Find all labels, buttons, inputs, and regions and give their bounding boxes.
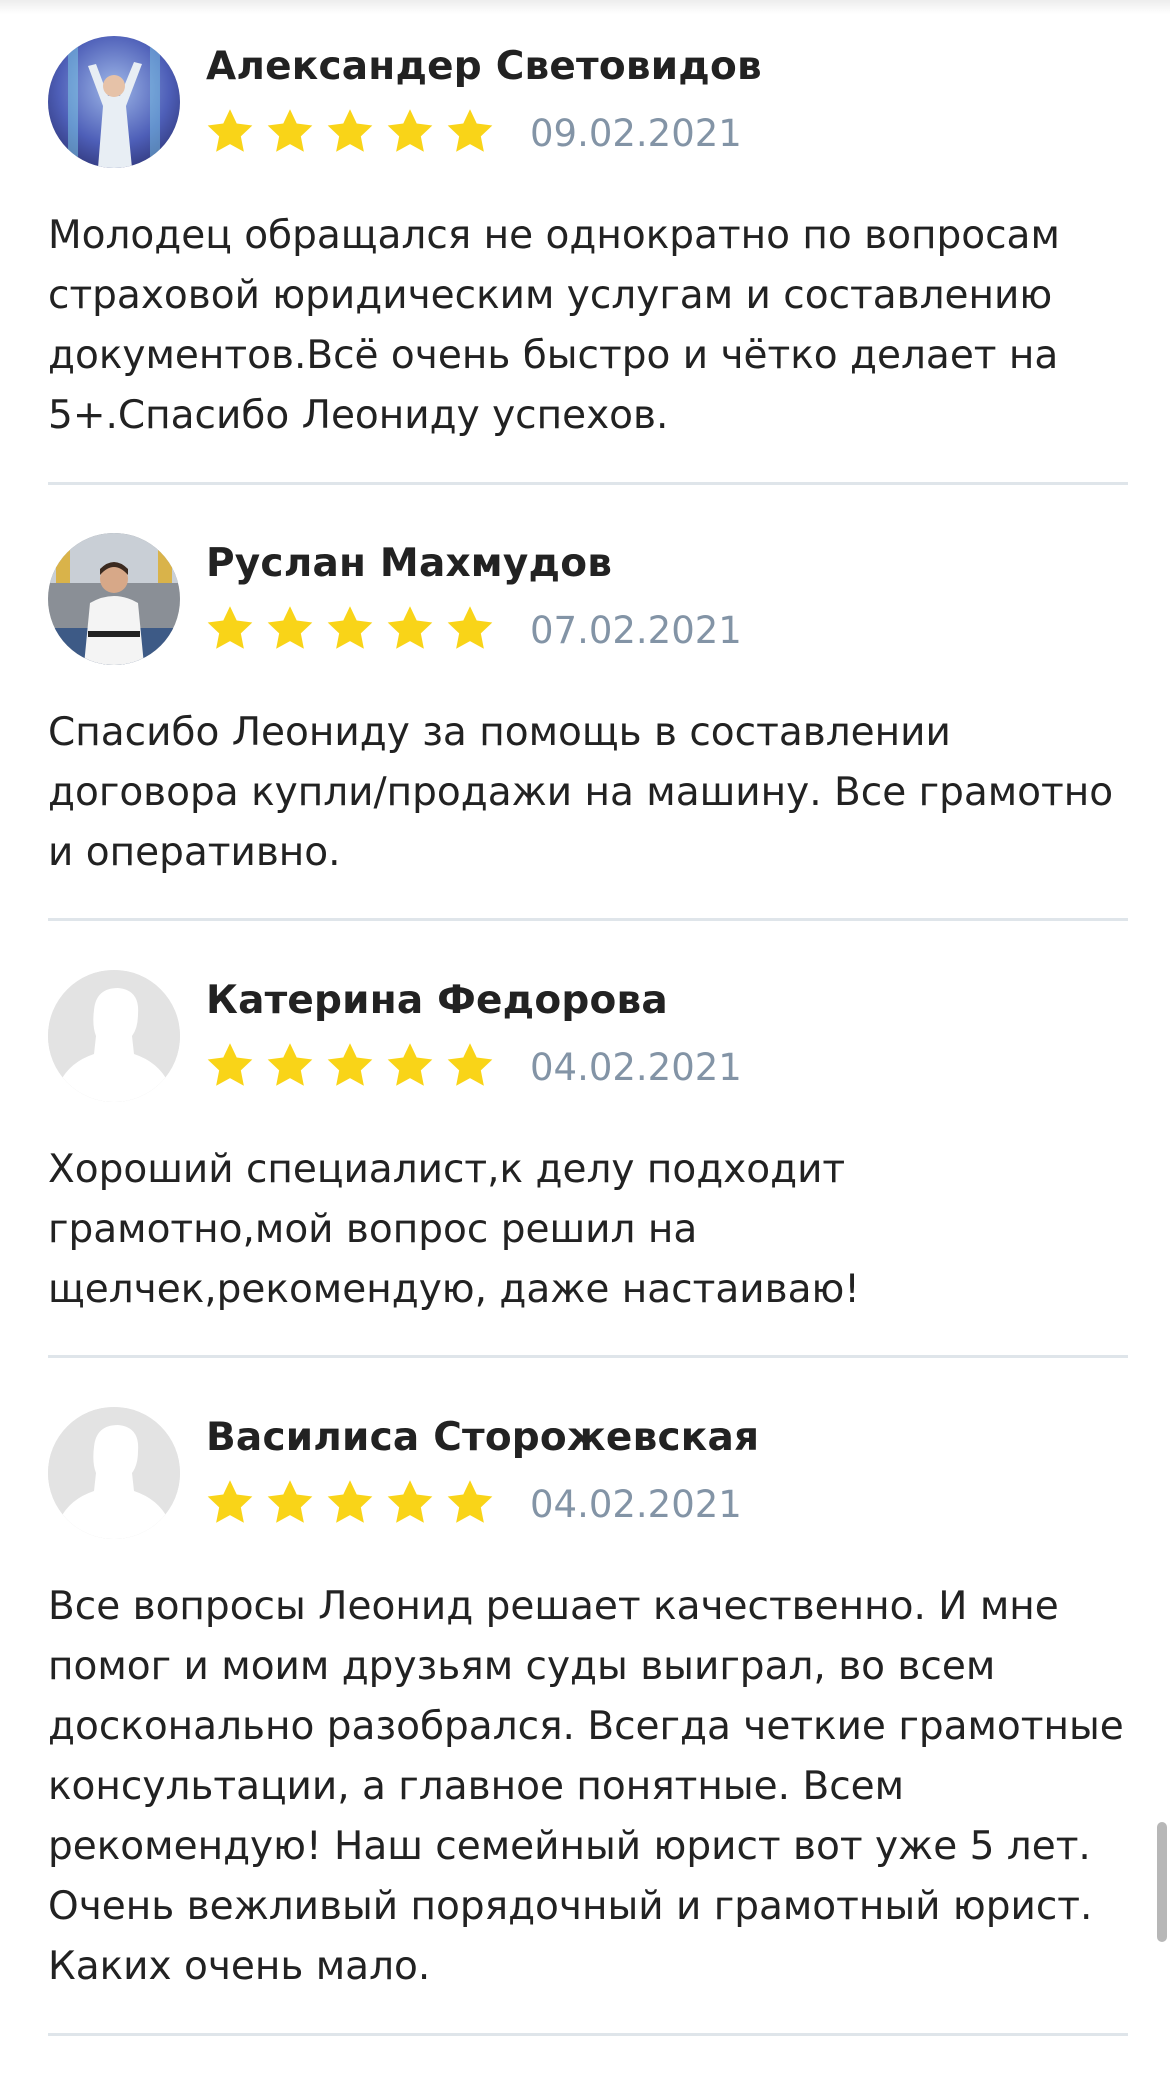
author-name[interactable]: Руслан Махмудов [206,541,612,586]
review-text: Хороший специалист,к делу подходит грамо… [48,1147,860,1312]
divider [48,2033,1128,2036]
divider [48,482,1128,485]
review-header: Катерина Федорова 04.02.2021 [48,970,1128,1106]
review-header: Александер Световидов 09.02.2021 [48,36,1128,172]
review-header: Василиса Сторожевская 04.02.2021 [48,1407,1128,1543]
rating-stars [204,1477,504,1529]
rating-stars [204,1040,504,1092]
review-card: Александер Световидов 09.02.2021 Молодец… [48,36,1128,446]
review-date: 04.02.2021 [530,1046,742,1089]
avatar-photo-1 [48,36,180,168]
top-edge-shadow [0,0,1170,14]
avatar[interactable] [48,36,180,168]
star-icon [324,603,376,655]
star-icon [204,1477,256,1529]
star-icon [444,603,496,655]
star-icon [204,1040,256,1092]
review-card: Руслан Махмудов 07.02.2021 Спасибо Леони… [48,533,1128,883]
review-text: Все вопросы Леонид решает качественно. И… [48,1584,1124,1989]
star-icon [324,1040,376,1092]
rating-stars [204,603,504,655]
author-name[interactable]: Александер Световидов [206,44,762,89]
scrollbar[interactable] [1157,1822,1167,1942]
star-icon [384,1477,436,1529]
avatar[interactable] [48,533,180,665]
author-name[interactable]: Катерина Федорова [206,978,668,1023]
rating-stars [204,106,504,158]
user-silhouette-icon [48,1407,180,1539]
review-date: 09.02.2021 [530,112,742,155]
review-text: Спасибо Леониду за помощь в составлении … [48,710,1114,875]
review-card: Василиса Сторожевская 04.02.2021 Все воп… [48,1407,1128,1997]
review-date: 07.02.2021 [530,609,742,652]
star-icon [264,1040,316,1092]
avatar[interactable] [48,970,180,1102]
star-icon [264,603,316,655]
star-icon [264,106,316,158]
star-icon [324,106,376,158]
divider [48,1355,1128,1358]
avatar[interactable] [48,1407,180,1539]
review-card: Катерина Федорова 04.02.2021 Хороший спе… [48,970,1128,1320]
star-icon [204,106,256,158]
author-name[interactable]: Василиса Сторожевская [206,1415,759,1460]
star-icon [264,1477,316,1529]
star-icon [444,106,496,158]
avatar-photo-2 [48,533,180,665]
user-silhouette-icon [48,970,180,1102]
star-icon [324,1477,376,1529]
star-icon [444,1477,496,1529]
star-icon [444,1040,496,1092]
star-icon [384,603,436,655]
review-date: 04.02.2021 [530,1483,742,1526]
star-icon [384,1040,436,1092]
review-text: Молодец обращался не однократно по вопро… [48,213,1060,438]
star-icon [384,106,436,158]
divider [48,918,1128,921]
review-header: Руслан Махмудов 07.02.2021 [48,533,1128,669]
star-icon [204,603,256,655]
